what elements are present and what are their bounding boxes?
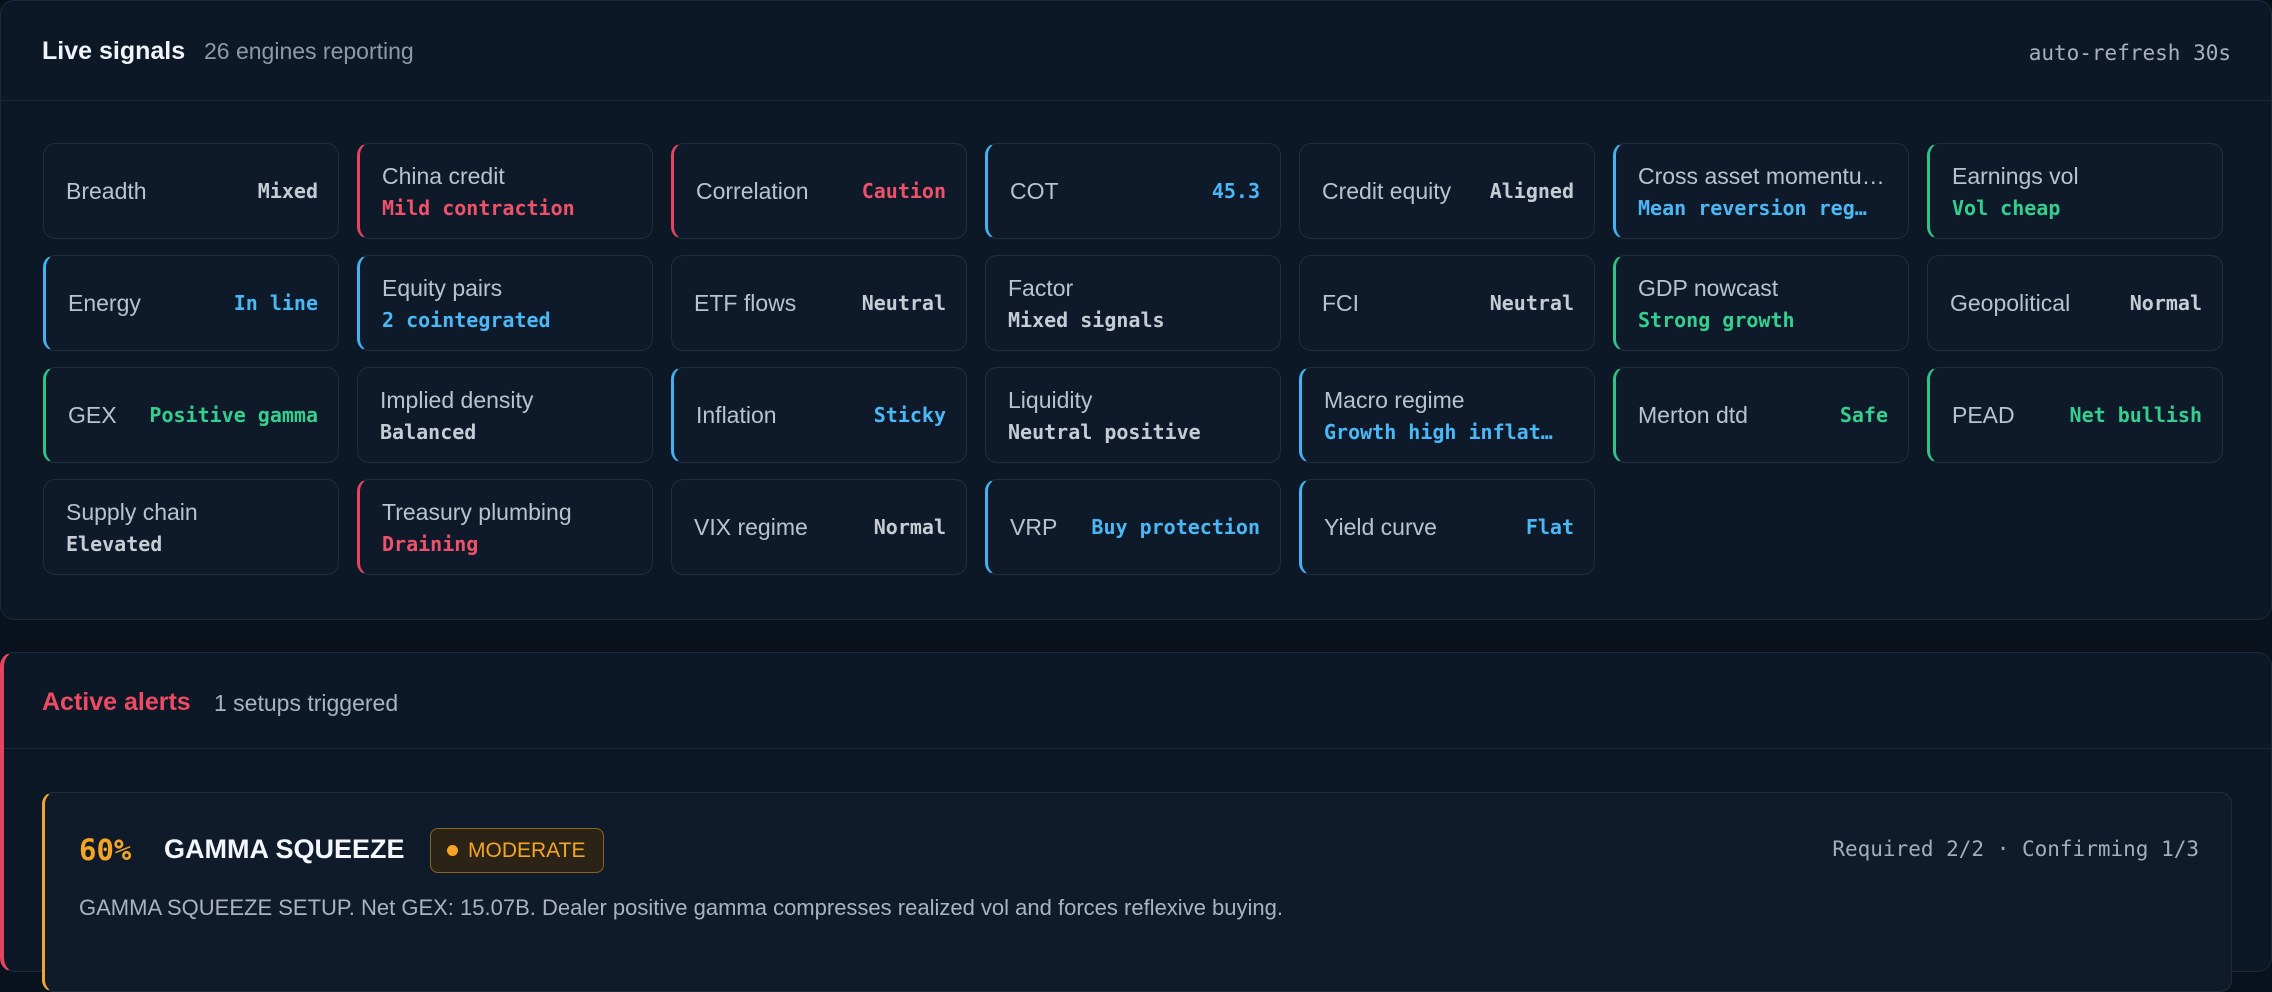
alert-description: GAMMA SQUEEZE SETUP. Net GEX: 15.07B. De… [79, 895, 1283, 920]
signal-value: In line [233, 291, 318, 315]
signal-value: Strong growth [1638, 307, 1795, 332]
signal-label: VIX regime [694, 513, 808, 540]
signal-card-pead[interactable]: PEAD Net bullish [1927, 367, 2223, 463]
alert-card-gamma-squeeze[interactable]: 60% GAMMA SQUEEZE MODERATE Required 2/2 … [42, 792, 2232, 992]
severity-badge: MODERATE [430, 828, 605, 873]
signal-label: GDP nowcast [1638, 274, 1779, 301]
active-alerts-panel: Active alerts 1 setups triggered 60% GAM… [0, 652, 2272, 992]
signal-label: Credit equity [1322, 177, 1452, 204]
signal-label: Implied density [380, 386, 534, 413]
signal-card-fci[interactable]: FCI Neutral [1299, 255, 1595, 351]
signal-value: Growth high inflat… [1324, 419, 1553, 444]
signal-label: Equity pairs [382, 274, 503, 301]
signal-label: Geopolitical [1950, 289, 2071, 316]
signal-card-geopolitical[interactable]: Geopolitical Normal [1927, 255, 2223, 351]
live-signals-header: Live signals 26 engines reporting auto-r… [1, 1, 2271, 101]
signal-label: Breadth [66, 177, 147, 204]
signal-card-earnings-vol[interactable]: Earnings vol Vol cheap [1927, 143, 2223, 239]
signal-label: Cross asset momentu… [1638, 162, 1885, 189]
engines-reporting-count: 26 engines reporting [204, 38, 414, 64]
signal-label: Earnings vol [1952, 162, 2079, 189]
signal-value: Mild contraction [382, 195, 575, 220]
signal-card-breadth[interactable]: Breadth Mixed [43, 143, 339, 239]
signal-card-china-credit[interactable]: China credit Mild contraction [357, 143, 653, 239]
signal-card-supply-chain[interactable]: Supply chain Elevated [43, 479, 339, 575]
signal-value: Mixed signals [1008, 307, 1165, 332]
signal-card-cot[interactable]: COT 45.3 [985, 143, 1281, 239]
signal-value: Sticky [873, 403, 946, 427]
signal-card-macro-regime[interactable]: Macro regime Growth high inflat… [1299, 367, 1595, 463]
signal-value: Buy protection [1091, 515, 1260, 539]
signal-card-equity-pairs[interactable]: Equity pairs 2 cointegrated [357, 255, 653, 351]
signal-label: FCI [1322, 289, 1360, 316]
signal-value: Neutral [1489, 291, 1574, 315]
signal-label: Treasury plumbing [382, 498, 572, 525]
signal-value: Normal [873, 515, 946, 539]
signal-label: GEX [68, 401, 117, 428]
signal-value: Normal [2129, 291, 2202, 315]
alert-confidence: 60% [79, 833, 132, 867]
signal-value: Balanced [380, 419, 477, 444]
auto-refresh-indicator: auto-refresh 30s [2028, 41, 2231, 65]
signal-card-vix-regime[interactable]: VIX regime Normal [671, 479, 967, 575]
signal-value: Elevated [66, 531, 163, 556]
signal-card-cross-asset-momentu[interactable]: Cross asset momentu… Mean reversion reg… [1613, 143, 1909, 239]
signal-label: ETF flows [694, 289, 797, 316]
signal-value: Neutral [861, 291, 946, 315]
signal-card-credit-equity[interactable]: Credit equity Aligned [1299, 143, 1595, 239]
signal-label: Macro regime [1324, 386, 1465, 413]
signal-label: Factor [1008, 274, 1074, 301]
signal-value: Safe [1839, 403, 1888, 427]
signal-card-factor[interactable]: Factor Mixed signals [985, 255, 1281, 351]
signal-value: 2 cointegrated [382, 307, 551, 332]
signal-label: Correlation [696, 177, 809, 204]
signal-label: VRP [1010, 513, 1058, 540]
signal-value: Vol cheap [1952, 195, 2061, 220]
signal-value: Aligned [1489, 179, 1574, 203]
signal-card-gdp-nowcast[interactable]: GDP nowcast Strong growth [1613, 255, 1909, 351]
active-alerts-title: Active alerts [42, 688, 191, 716]
signal-label: Yield curve [1324, 513, 1437, 540]
active-alerts-header: Active alerts 1 setups triggered [4, 653, 2271, 749]
signal-card-gex[interactable]: GEX Positive gamma [43, 367, 339, 463]
signal-card-etf-flows[interactable]: ETF flows Neutral [671, 255, 967, 351]
signal-label: PEAD [1952, 401, 2015, 428]
signal-card-implied-density[interactable]: Implied density Balanced [357, 367, 653, 463]
setups-triggered-count: 1 setups triggered [214, 690, 399, 716]
signal-card-treasury-plumbing[interactable]: Treasury plumbing Draining [357, 479, 653, 575]
signal-label: COT [1010, 177, 1059, 204]
signal-card-correlation[interactable]: Correlation Caution [671, 143, 967, 239]
signal-label: Merton dtd [1638, 401, 1748, 428]
severity-label: MODERATE [468, 838, 586, 862]
signal-card-liquidity[interactable]: Liquidity Neutral positive [985, 367, 1281, 463]
alert-name: GAMMA SQUEEZE [164, 834, 405, 864]
signal-card-merton-dtd[interactable]: Merton dtd Safe [1613, 367, 1909, 463]
signal-value: Neutral positive [1008, 419, 1201, 444]
alert-requirements: Required 2/2 · Confirming 1/3 [1832, 837, 2199, 861]
signal-label: Energy [68, 289, 141, 316]
signal-card-vrp[interactable]: VRP Buy protection [985, 479, 1281, 575]
signal-value: Positive gamma [149, 403, 318, 427]
signal-value: Flat [1525, 515, 1574, 539]
signal-value: Net bullish [2069, 403, 2202, 427]
signal-label: Inflation [696, 401, 777, 428]
signal-card-energy[interactable]: Energy In line [43, 255, 339, 351]
signal-value: Draining [382, 531, 479, 556]
signal-value: Mean reversion reg… [1638, 195, 1867, 220]
signal-label: Supply chain [66, 498, 198, 525]
signal-card-yield-curve[interactable]: Yield curve Flat [1299, 479, 1595, 575]
live-signals-panel: Live signals 26 engines reporting auto-r… [0, 0, 2272, 620]
signal-value: Mixed [257, 179, 318, 203]
signal-value: 45.3 [1211, 179, 1260, 203]
signal-value: Caution [861, 179, 946, 203]
severity-dot-icon [447, 845, 458, 856]
signal-card-grid: Breadth Mixed China credit Mild contraction… [43, 143, 2223, 575]
signal-label: Liquidity [1008, 386, 1093, 413]
signal-card-inflation[interactable]: Inflation Sticky [671, 367, 967, 463]
signal-label: China credit [382, 162, 505, 189]
live-signals-title: Live signals [42, 37, 186, 65]
